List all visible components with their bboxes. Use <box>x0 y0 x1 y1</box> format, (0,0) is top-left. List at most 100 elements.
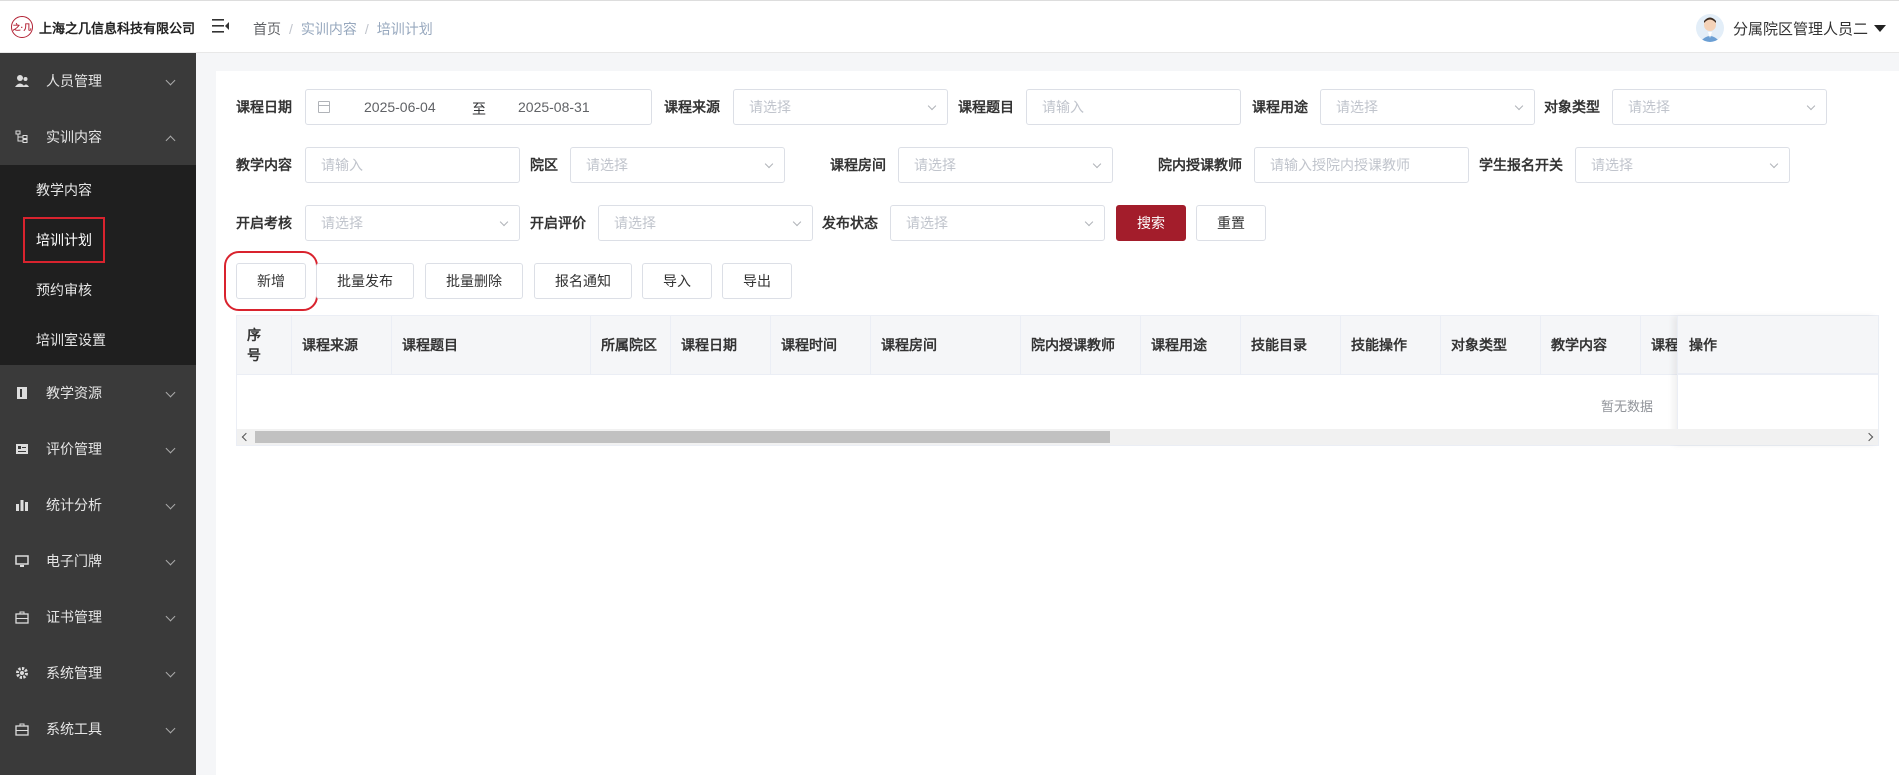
teacher-input[interactable]: 请输入授院内授课教师 <box>1254 147 1469 183</box>
course-topic-input[interactable]: 请输入 <box>1026 89 1241 125</box>
fixed-operations-column: 操作 <box>1677 316 1878 445</box>
breadcrumb-home[interactable]: 首页 <box>253 19 281 39</box>
batch-publish-button[interactable]: 批量发布 <box>316 263 414 299</box>
main-card: 课程日期 2025-06-04 至 2025-08-31 课程来源 请选择 课程… <box>216 71 1899 775</box>
avatar[interactable] <box>1695 14 1724 42</box>
submenu-item-training-plan[interactable]: 培训计划 <box>0 215 196 265</box>
teacher-label: 院内授课教师 <box>1158 157 1242 173</box>
scrollbar-thumb[interactable] <box>255 431 1110 443</box>
breadcrumb-training-plan: 培训计划 <box>376 21 433 37</box>
chevron-down-icon <box>165 555 176 566</box>
sidebar-item-label: 评价管理 <box>46 441 102 457</box>
column-header-course-purpose: 课程用途 <box>1141 316 1241 374</box>
chevron-down-icon <box>1084 217 1094 227</box>
evaluation-label: 开启评价 <box>530 215 586 231</box>
sidebar-item-e-doorplate[interactable]: 电子门牌 <box>0 533 196 589</box>
select-placeholder: 请选择 <box>1591 157 1633 173</box>
date-start-input[interactable]: 2025-06-04 <box>364 99 436 115</box>
chevron-down-icon <box>927 101 937 111</box>
batch-delete-button[interactable]: 批量删除 <box>425 263 523 299</box>
sidebar-item-system-tools[interactable]: 系统工具 <box>0 701 196 757</box>
sidebar-item-training-content[interactable]: 实训内容 <box>0 109 196 165</box>
select-placeholder: 请选择 <box>614 215 656 231</box>
search-button[interactable]: 搜索 <box>1116 205 1186 241</box>
company-name: 上海之几信息科技有限公司 <box>39 20 196 36</box>
chevron-down-icon <box>1806 101 1816 111</box>
column-header-skill-catalog: 技能目录 <box>1241 316 1341 374</box>
course-room-select[interactable]: 请选择 <box>898 147 1113 183</box>
target-type-label: 对象类型 <box>1544 99 1600 115</box>
chevron-down-icon <box>165 443 176 454</box>
publish-status-select[interactable]: 请选择 <box>890 205 1105 241</box>
course-purpose-select[interactable]: 请选择 <box>1320 89 1535 125</box>
signup-switch-select[interactable]: 请选择 <box>1575 147 1790 183</box>
table-header: 序号 课程来源 课程题目 所属院区 课程日期 课程时间 课程房间 院内授课教师 … <box>237 316 1878 375</box>
user-avatar-icon <box>1699 17 1720 42</box>
user-name[interactable]: 分属院区管理人员二 <box>1733 18 1868 39</box>
chevron-down-icon <box>165 387 176 398</box>
signup-notice-button[interactable]: 报名通知 <box>534 263 632 299</box>
chevron-down-icon <box>1769 159 1779 169</box>
briefcase-icon <box>15 610 29 624</box>
submenu-item-booking-review[interactable]: 预约审核 <box>0 265 196 315</box>
scroll-right-arrow-icon[interactable] <box>1864 432 1874 442</box>
submenu-item-label: 培训室设置 <box>36 332 106 348</box>
input-placeholder: 请输入 <box>321 157 363 173</box>
submenu-item-room-settings[interactable]: 培训室设置 <box>0 315 196 365</box>
user-menu[interactable]: 分属院区管理人员二 <box>1695 14 1886 42</box>
sidebar-item-label: 实训内容 <box>46 129 102 145</box>
sidebar-item-certificates[interactable]: 证书管理 <box>0 589 196 645</box>
company-logo[interactable]: 之·几 上海之几信息科技有限公司 <box>11 16 195 38</box>
export-button[interactable]: 导出 <box>722 263 792 299</box>
course-date-label: 课程日期 <box>236 99 292 115</box>
exam-label: 开启考核 <box>236 215 292 231</box>
sidebar-item-label: 电子门牌 <box>46 553 102 569</box>
exam-select[interactable]: 请选择 <box>305 205 520 241</box>
people-icon <box>15 74 29 88</box>
menu-collapse-icon[interactable] <box>212 18 230 34</box>
submenu-item-label: 培训计划 <box>23 217 105 263</box>
evaluation-select[interactable]: 请选择 <box>598 205 813 241</box>
column-header-course-topic: 课程题目 <box>392 316 591 374</box>
training-plan-table: 序号 课程来源 课程题目 所属院区 课程日期 课程时间 课程房间 院内授课教师 … <box>236 315 1879 446</box>
campus-select[interactable]: 请选择 <box>570 147 785 183</box>
course-source-label: 课程来源 <box>664 99 720 115</box>
sidebar-item-system-management[interactable]: 系统管理 <box>0 645 196 701</box>
tree-icon <box>15 130 29 144</box>
logo-mark-icon: 之·几 <box>11 16 33 38</box>
scroll-left-arrow-icon[interactable] <box>241 432 251 442</box>
sidebar: 人员管理 实训内容 教学内容 培训计划 预约审核 培训室设置 教学资源 评价管理… <box>0 53 196 775</box>
sidebar-item-people[interactable]: 人员管理 <box>0 53 196 109</box>
sidebar-item-statistics[interactable]: 统计分析 <box>0 477 196 533</box>
column-header-course-room: 课程房间 <box>871 316 1021 374</box>
teaching-content-input[interactable]: 请输入 <box>305 147 520 183</box>
reset-button[interactable]: 重置 <box>1196 205 1266 241</box>
submenu-item-teaching-content[interactable]: 教学内容 <box>0 165 196 215</box>
sidebar-item-teaching-resources[interactable]: 教学资源 <box>0 365 196 421</box>
column-header-course-more: 课程 <box>1651 337 1679 353</box>
breadcrumb-training-content[interactable]: 实训内容 <box>301 19 357 39</box>
sidebar-item-label: 教学资源 <box>46 385 102 401</box>
chevron-down-icon <box>165 611 176 622</box>
gear-icon <box>15 666 29 680</box>
date-range-separator: 至 <box>472 101 486 117</box>
course-purpose-label: 课程用途 <box>1252 99 1308 115</box>
horizontal-scrollbar[interactable] <box>237 429 1878 445</box>
course-date-range-picker[interactable]: 2025-06-04 至 2025-08-31 <box>305 89 652 125</box>
calendar-icon <box>318 101 330 113</box>
column-header-teaching-content: 教学内容 <box>1541 316 1641 374</box>
bar-chart-icon <box>15 498 29 512</box>
campus-label: 院区 <box>530 157 558 173</box>
rating-icon <box>15 442 29 456</box>
sidebar-item-evaluation[interactable]: 评价管理 <box>0 421 196 477</box>
add-button[interactable]: 新增 <box>224 251 318 311</box>
chevron-down-icon <box>1514 101 1524 111</box>
date-end-input[interactable]: 2025-08-31 <box>518 99 590 115</box>
caret-down-icon[interactable] <box>1874 24 1886 32</box>
chevron-down-icon <box>165 499 176 510</box>
target-type-select[interactable]: 请选择 <box>1612 89 1827 125</box>
import-button[interactable]: 导入 <box>642 263 712 299</box>
course-source-select[interactable]: 请选择 <box>733 89 948 125</box>
breadcrumb: 首页 / 实训内容 / 培训计划 <box>253 19 433 39</box>
column-header-campus: 所属院区 <box>591 316 671 374</box>
